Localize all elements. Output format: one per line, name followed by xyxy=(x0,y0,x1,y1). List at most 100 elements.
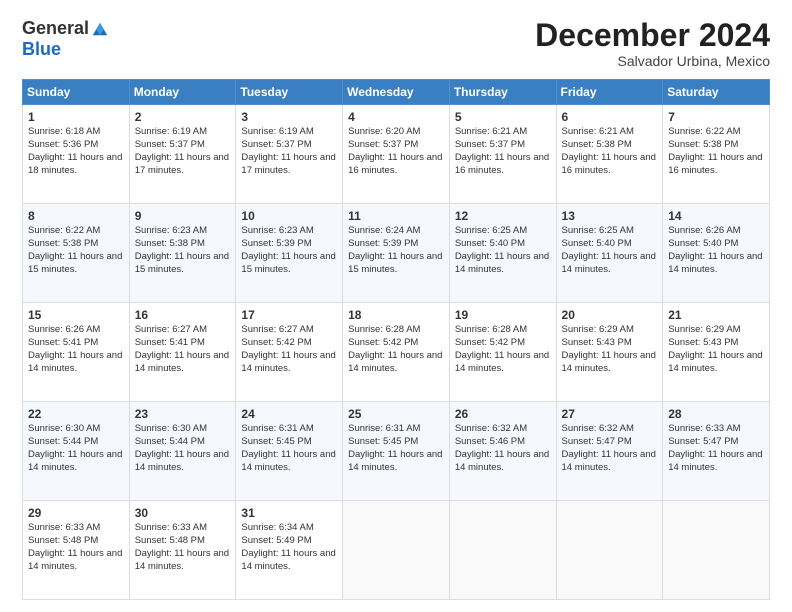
day-number: 24 xyxy=(241,406,337,422)
daylight-text: Daylight: 11 hours and 15 minutes. xyxy=(135,251,231,277)
calendar-cell: 27Sunrise: 6:32 AMSunset: 5:47 PMDayligh… xyxy=(556,402,663,501)
sunrise-text: Sunrise: 6:33 AM xyxy=(135,522,231,535)
calendar-cell: 23Sunrise: 6:30 AMSunset: 5:44 PMDayligh… xyxy=(129,402,236,501)
daylight-text: Daylight: 11 hours and 14 minutes. xyxy=(455,350,551,376)
calendar-cell: 8Sunrise: 6:22 AMSunset: 5:38 PMDaylight… xyxy=(23,204,130,303)
day-number: 16 xyxy=(135,307,231,323)
daylight-text: Daylight: 11 hours and 17 minutes. xyxy=(135,152,231,178)
calendar-cell: 7Sunrise: 6:22 AMSunset: 5:38 PMDaylight… xyxy=(663,105,770,204)
sunrise-text: Sunrise: 6:22 AM xyxy=(668,126,764,139)
daylight-text: Daylight: 11 hours and 14 minutes. xyxy=(241,548,337,574)
day-number: 28 xyxy=(668,406,764,422)
calendar-header-row: SundayMondayTuesdayWednesdayThursdayFrid… xyxy=(23,80,770,105)
calendar-cell: 13Sunrise: 6:25 AMSunset: 5:40 PMDayligh… xyxy=(556,204,663,303)
sunset-text: Sunset: 5:41 PM xyxy=(28,337,124,350)
sunset-text: Sunset: 5:40 PM xyxy=(455,238,551,251)
sunset-text: Sunset: 5:37 PM xyxy=(348,139,444,152)
sunset-text: Sunset: 5:36 PM xyxy=(28,139,124,152)
sunrise-text: Sunrise: 6:25 AM xyxy=(562,225,658,238)
subtitle: Salvador Urbina, Mexico xyxy=(535,53,770,69)
sunrise-text: Sunrise: 6:32 AM xyxy=(562,423,658,436)
calendar-cell xyxy=(663,501,770,600)
calendar-cell: 20Sunrise: 6:29 AMSunset: 5:43 PMDayligh… xyxy=(556,303,663,402)
daylight-text: Daylight: 11 hours and 15 minutes. xyxy=(28,251,124,277)
sunrise-text: Sunrise: 6:26 AM xyxy=(668,225,764,238)
daylight-text: Daylight: 11 hours and 14 minutes. xyxy=(28,350,124,376)
sunrise-text: Sunrise: 6:28 AM xyxy=(455,324,551,337)
day-number: 10 xyxy=(241,208,337,224)
sunrise-text: Sunrise: 6:34 AM xyxy=(241,522,337,535)
sunrise-text: Sunrise: 6:27 AM xyxy=(241,324,337,337)
day-number: 15 xyxy=(28,307,124,323)
daylight-text: Daylight: 11 hours and 14 minutes. xyxy=(241,449,337,475)
logo-blue: Blue xyxy=(22,39,61,59)
calendar-cell: 4Sunrise: 6:20 AMSunset: 5:37 PMDaylight… xyxy=(343,105,450,204)
daylight-text: Daylight: 11 hours and 14 minutes. xyxy=(668,449,764,475)
sunrise-text: Sunrise: 6:27 AM xyxy=(135,324,231,337)
sunset-text: Sunset: 5:44 PM xyxy=(135,436,231,449)
calendar-day-header: Saturday xyxy=(663,80,770,105)
calendar-cell xyxy=(556,501,663,600)
sunset-text: Sunset: 5:37 PM xyxy=(135,139,231,152)
sunrise-text: Sunrise: 6:30 AM xyxy=(28,423,124,436)
day-number: 25 xyxy=(348,406,444,422)
sunrise-text: Sunrise: 6:28 AM xyxy=(348,324,444,337)
calendar-cell: 25Sunrise: 6:31 AMSunset: 5:45 PMDayligh… xyxy=(343,402,450,501)
sunset-text: Sunset: 5:41 PM xyxy=(135,337,231,350)
daylight-text: Daylight: 11 hours and 14 minutes. xyxy=(668,251,764,277)
daylight-text: Daylight: 11 hours and 14 minutes. xyxy=(28,449,124,475)
day-number: 26 xyxy=(455,406,551,422)
sunrise-text: Sunrise: 6:21 AM xyxy=(562,126,658,139)
sunrise-text: Sunrise: 6:29 AM xyxy=(668,324,764,337)
daylight-text: Daylight: 11 hours and 14 minutes. xyxy=(135,350,231,376)
daylight-text: Daylight: 11 hours and 17 minutes. xyxy=(241,152,337,178)
calendar-cell: 30Sunrise: 6:33 AMSunset: 5:48 PMDayligh… xyxy=(129,501,236,600)
day-number: 2 xyxy=(135,109,231,125)
header: General Blue December 2024 Salvador Urbi… xyxy=(22,18,770,69)
sunrise-text: Sunrise: 6:30 AM xyxy=(135,423,231,436)
sunrise-text: Sunrise: 6:25 AM xyxy=(455,225,551,238)
sunset-text: Sunset: 5:46 PM xyxy=(455,436,551,449)
sunrise-text: Sunrise: 6:19 AM xyxy=(135,126,231,139)
calendar-cell: 24Sunrise: 6:31 AMSunset: 5:45 PMDayligh… xyxy=(236,402,343,501)
calendar-cell: 6Sunrise: 6:21 AMSunset: 5:38 PMDaylight… xyxy=(556,105,663,204)
sunrise-text: Sunrise: 6:24 AM xyxy=(348,225,444,238)
calendar-day-header: Wednesday xyxy=(343,80,450,105)
sunset-text: Sunset: 5:44 PM xyxy=(28,436,124,449)
sunset-text: Sunset: 5:47 PM xyxy=(668,436,764,449)
calendar-cell: 2Sunrise: 6:19 AMSunset: 5:37 PMDaylight… xyxy=(129,105,236,204)
day-number: 23 xyxy=(135,406,231,422)
day-number: 14 xyxy=(668,208,764,224)
sunrise-text: Sunrise: 6:26 AM xyxy=(28,324,124,337)
day-number: 9 xyxy=(135,208,231,224)
daylight-text: Daylight: 11 hours and 14 minutes. xyxy=(455,449,551,475)
calendar-cell: 9Sunrise: 6:23 AMSunset: 5:38 PMDaylight… xyxy=(129,204,236,303)
daylight-text: Daylight: 11 hours and 14 minutes. xyxy=(562,449,658,475)
calendar-cell: 5Sunrise: 6:21 AMSunset: 5:37 PMDaylight… xyxy=(449,105,556,204)
sunset-text: Sunset: 5:37 PM xyxy=(455,139,551,152)
sunset-text: Sunset: 5:39 PM xyxy=(241,238,337,251)
sunset-text: Sunset: 5:48 PM xyxy=(135,535,231,548)
sunrise-text: Sunrise: 6:18 AM xyxy=(28,126,124,139)
day-number: 31 xyxy=(241,505,337,521)
sunset-text: Sunset: 5:42 PM xyxy=(455,337,551,350)
sunset-text: Sunset: 5:40 PM xyxy=(668,238,764,251)
daylight-text: Daylight: 11 hours and 14 minutes. xyxy=(241,350,337,376)
daylight-text: Daylight: 11 hours and 14 minutes. xyxy=(348,449,444,475)
sunset-text: Sunset: 5:42 PM xyxy=(348,337,444,350)
daylight-text: Daylight: 11 hours and 14 minutes. xyxy=(562,350,658,376)
sunrise-text: Sunrise: 6:19 AM xyxy=(241,126,337,139)
daylight-text: Daylight: 11 hours and 16 minutes. xyxy=(348,152,444,178)
calendar-cell: 1Sunrise: 6:18 AMSunset: 5:36 PMDaylight… xyxy=(23,105,130,204)
sunset-text: Sunset: 5:43 PM xyxy=(668,337,764,350)
sunrise-text: Sunrise: 6:21 AM xyxy=(455,126,551,139)
sunset-text: Sunset: 5:45 PM xyxy=(348,436,444,449)
sunset-text: Sunset: 5:37 PM xyxy=(241,139,337,152)
calendar-cell: 18Sunrise: 6:28 AMSunset: 5:42 PMDayligh… xyxy=(343,303,450,402)
month-title: December 2024 xyxy=(535,18,770,53)
sunrise-text: Sunrise: 6:23 AM xyxy=(135,225,231,238)
daylight-text: Daylight: 11 hours and 15 minutes. xyxy=(348,251,444,277)
daylight-text: Daylight: 11 hours and 14 minutes. xyxy=(135,449,231,475)
sunrise-text: Sunrise: 6:31 AM xyxy=(241,423,337,436)
sunset-text: Sunset: 5:40 PM xyxy=(562,238,658,251)
